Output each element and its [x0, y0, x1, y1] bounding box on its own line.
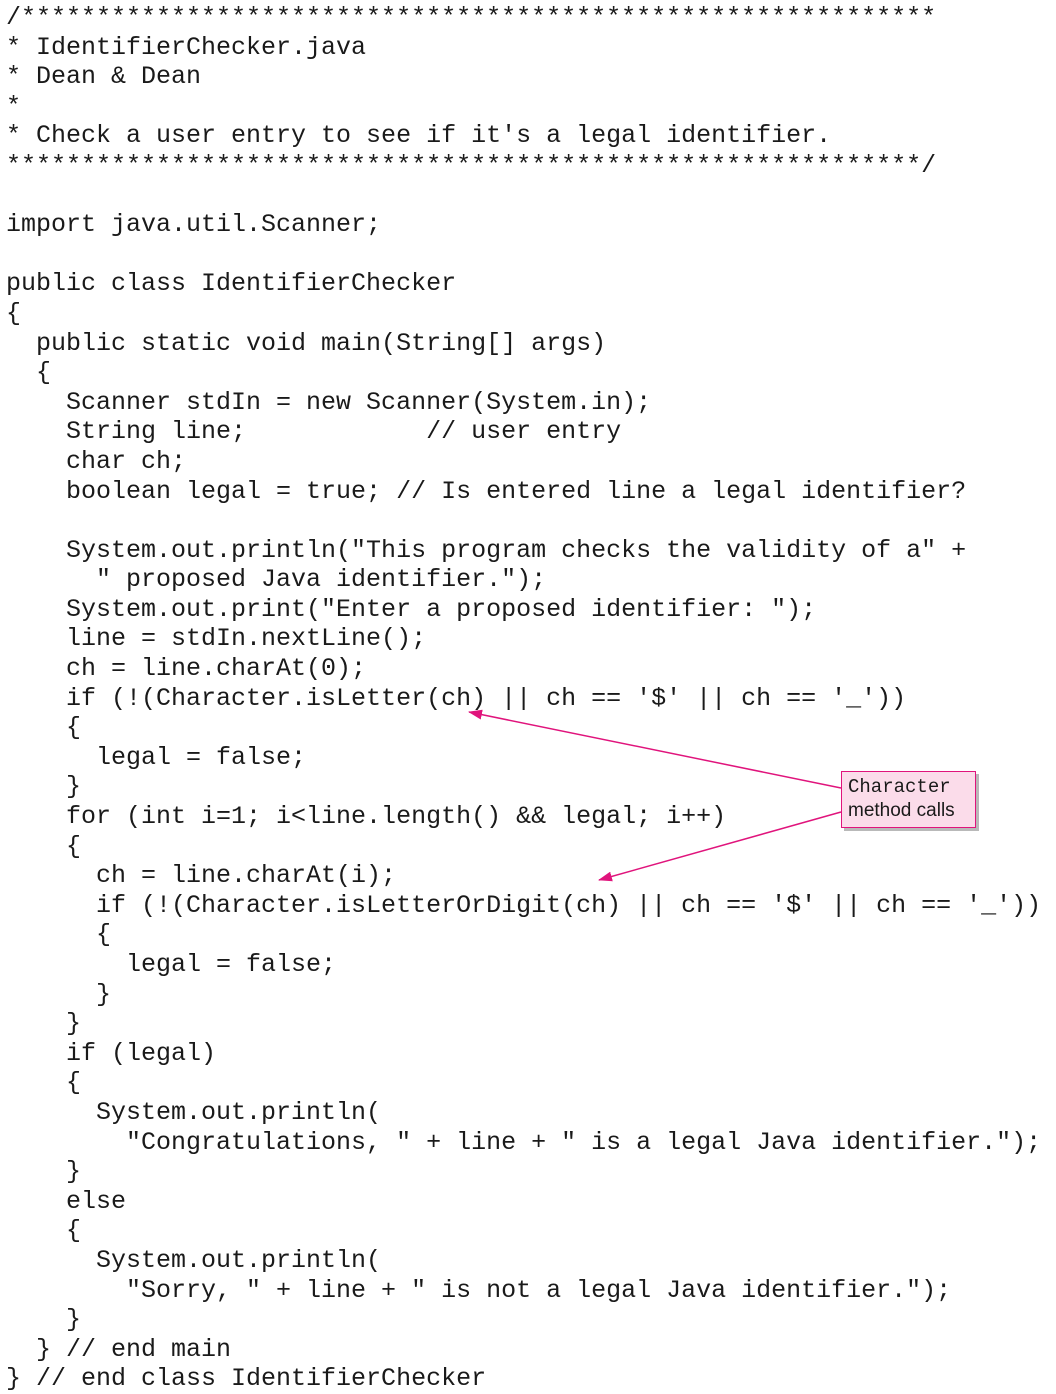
code-line: System.out.print("Enter a proposed ident… — [6, 594, 817, 624]
code-line: ch = line.charAt(i); — [6, 861, 397, 891]
code-line: { — [6, 298, 22, 328]
code-line: "Congratulations, " + line + " is a lega… — [6, 1127, 1042, 1157]
code-line: boolean legal = true; // Is entered line… — [6, 476, 967, 506]
code-line: } — [6, 1157, 82, 1187]
code-line: line = stdIn.nextLine(); — [6, 624, 427, 654]
code-line: " proposed Java identifier."); — [6, 565, 547, 595]
code-line: /***************************************… — [6, 3, 937, 32]
code-line: } — [6, 1305, 82, 1335]
code-line: { — [6, 1216, 82, 1246]
code-line: public class IdentifierChecker — [6, 269, 457, 299]
code-line: else — [6, 1186, 127, 1216]
code-line: if (!(Character.isLetterOrDigit(ch) || c… — [6, 890, 1042, 920]
code-line: { — [6, 713, 82, 743]
code-line: ch = line.charAt(0); — [6, 654, 367, 684]
code-line: System.out.println( — [6, 1245, 382, 1275]
code-line: { — [6, 831, 82, 861]
code-line: System.out.println("This program checks … — [6, 535, 967, 565]
code-line: if (!(Character.isLetter(ch) || ch == '$… — [6, 683, 907, 713]
code-line: * — [6, 91, 22, 121]
code-line: if (legal) — [6, 1038, 217, 1068]
code-line: import java.util.Scanner; — [6, 210, 382, 240]
callout-box: Character method calls — [841, 771, 976, 828]
code-line: ****************************************… — [6, 150, 937, 180]
code-line: public static void main(String[] args) — [6, 328, 607, 358]
code-line: } // end main — [6, 1334, 232, 1364]
code-line: * IdentifierChecker.java — [6, 32, 367, 62]
code-line: System.out.println( — [6, 1097, 382, 1127]
code-line: char ch; — [6, 446, 187, 476]
code-line: { — [6, 920, 112, 950]
code-line: String line; // user entry — [6, 417, 622, 447]
code-line: "Sorry, " + line + " is not a legal Java… — [6, 1275, 952, 1305]
code-listing: /***************************************… — [6, 3, 1041, 1394]
code-line: { — [6, 1068, 82, 1098]
code-line: legal = false; — [6, 950, 337, 979]
callout-line-1: Character — [848, 776, 951, 798]
code-line: * Check a user entry to see if it's a le… — [6, 121, 832, 151]
code-line: } — [6, 1009, 82, 1039]
code-line: { — [6, 358, 52, 388]
code-line: * Dean & Dean — [6, 62, 202, 92]
callout-line-2: method calls — [848, 800, 955, 821]
code-line: } // end class IdentifierChecker — [6, 1364, 487, 1394]
code-line: } — [6, 979, 112, 1009]
code-line: Scanner stdIn = new Scanner(System.in); — [6, 387, 652, 417]
code-line: legal = false; — [6, 742, 307, 772]
